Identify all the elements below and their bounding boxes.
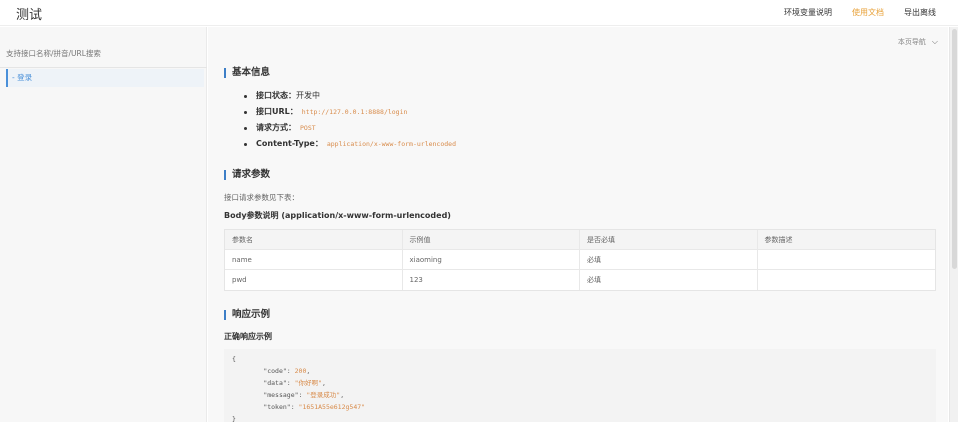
status-value: 开发中: [296, 91, 320, 100]
table-cell: 123: [403, 270, 580, 290]
content-type-value: application/x-www-form-urlencoded: [326, 140, 456, 148]
code-line: "message": "登录成功",: [263, 391, 345, 399]
table-cell: xiaoming: [403, 250, 580, 269]
divider: [0, 67, 207, 68]
table-cell: [758, 270, 936, 290]
page-nav-label: 本页导航: [897, 38, 926, 46]
url-value: http://127.0.0.1:8888/login: [301, 108, 408, 116]
code-line: {: [232, 353, 936, 365]
table-cell: [758, 250, 936, 269]
params-note: 接口请求参数见下表：: [224, 193, 299, 202]
code-line: "data": "你好啊",: [263, 379, 326, 387]
code-line: }: [232, 413, 936, 422]
code-key: "data": [263, 379, 287, 387]
table-cell: pwd: [225, 270, 403, 290]
code-value: 200: [294, 367, 307, 375]
basic-info-title: 基本信息: [224, 68, 270, 78]
method-value: POST: [300, 124, 316, 132]
method-key: 请求方式：: [256, 123, 296, 132]
table-row: name xiaoming 必填: [225, 250, 935, 270]
list-item: 请求方式： POST: [244, 120, 456, 136]
body-params-title: Body参数说明 (application/x-www-form-urlenco…: [224, 211, 451, 220]
code-key: "token": [263, 403, 291, 411]
params-table: 参数名 示例值 是否必填 参数描述 name xiaoming 必填 pwd 1…: [224, 229, 936, 291]
code-value: "登录成功": [306, 391, 341, 399]
success-response-subtitle: 正确响应示例: [224, 332, 272, 341]
code-line: "token": "1651A55e612g547": [263, 403, 366, 411]
column-header: 是否必填: [580, 230, 758, 249]
code-line: "code": 200,: [263, 367, 311, 375]
app-title: 测试: [16, 8, 43, 23]
table-cell: name: [225, 250, 403, 269]
page-nav-dropdown[interactable]: 本页导航 ⌵: [898, 37, 938, 47]
column-header: 参数名: [225, 230, 403, 249]
list-item: 接口URL： http://127.0.0.1:8888/login: [244, 104, 456, 120]
status-key: 接口状态：: [256, 91, 296, 100]
url-key: 接口URL：: [256, 107, 298, 116]
top-bar: 测试 环境变量说明 使用文档 导出离线: [0, 0, 958, 26]
export-offline-link[interactable]: 导出离线: [904, 7, 936, 18]
response-code-block: { "code": 200, "data": "你好啊", "message":…: [224, 349, 936, 422]
table-cell: 必填: [580, 270, 758, 290]
table-header-row: 参数名 示例值 是否必填 参数描述: [225, 230, 935, 250]
code-brace: }: [232, 415, 236, 422]
sidebar-item-login[interactable]: - 登录: [6, 69, 204, 87]
code-value: "1651A55e612g547": [298, 403, 366, 411]
vertical-scrollbar[interactable]: [949, 27, 958, 422]
api-search-input[interactable]: [6, 45, 202, 61]
code-brace: {: [232, 355, 236, 363]
content-type-key: Content-Type：: [256, 139, 323, 148]
column-header: 参数描述: [764, 236, 793, 244]
code-key: "code": [263, 367, 287, 375]
list-item: 接口状态：开发中: [244, 88, 456, 104]
scrollbar-thumb[interactable]: [952, 29, 957, 269]
request-params-title: 请求参数: [224, 170, 270, 180]
main-content: 本页导航 ⌵ 基本信息 接口状态：开发中 接口URL： http://127.0.0…: [208, 27, 948, 422]
column-header: 示例值: [403, 230, 580, 249]
response-example-title: 响应示例: [224, 310, 270, 320]
env-variables-link[interactable]: 环境变量说明: [784, 7, 832, 18]
basic-info-list: 接口状态：开发中 接口URL： http://127.0.0.1:8888/log…: [244, 88, 456, 152]
chevron-down-icon: ⌵: [931, 37, 938, 46]
sidebar: - 登录: [0, 27, 207, 422]
docs-link[interactable]: 使用文档: [852, 7, 884, 18]
list-item: Content-Type： application/x-www-form-urle…: [244, 136, 456, 152]
code-value: "你好啊": [294, 379, 322, 387]
top-navigation: 环境变量说明 使用文档 导出离线: [784, 7, 936, 18]
code-key: "message": [263, 391, 299, 399]
table-cell: 必填: [580, 250, 758, 269]
table-row: pwd 123 必填: [225, 270, 935, 290]
